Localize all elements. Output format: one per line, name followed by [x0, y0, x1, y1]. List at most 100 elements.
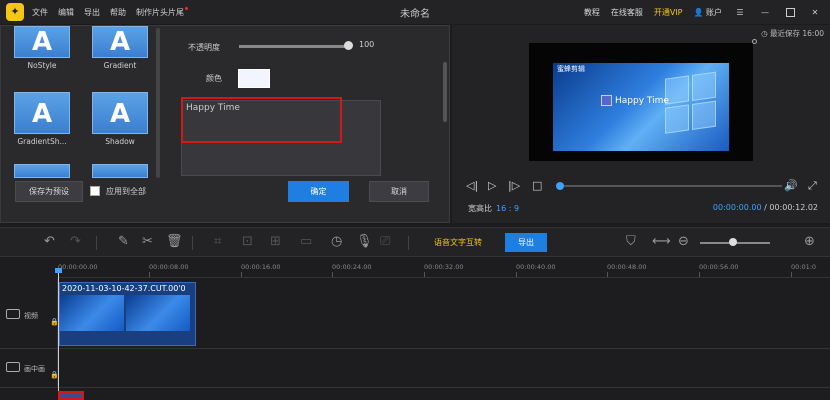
aspect-ratio[interactable]: 宽高比 16 : 9 — [468, 203, 519, 214]
account-link[interactable]: 👤 账户 — [693, 7, 722, 18]
clock-icon: ◷ — [761, 29, 768, 38]
opacity-label: 不透明度 — [188, 43, 220, 52]
opacity-value: 100 — [359, 40, 375, 49]
undo-icon[interactable]: ↶ — [44, 235, 55, 249]
app-logo-icon: ✦ — [6, 3, 24, 21]
menu-dropdown-icon[interactable]: ☰ — [733, 5, 747, 19]
mosaic-icon[interactable]: ⊞ — [270, 235, 281, 249]
resize-icon[interactable]: ⊡ — [242, 235, 253, 249]
document-title: 未命名 — [400, 9, 430, 20]
track-divider — [0, 387, 830, 388]
clip-thumbnail — [60, 295, 124, 331]
cancel-button[interactable]: 取消 — [369, 181, 429, 202]
ruler-tick-label: 00:00:00.00 — [58, 263, 98, 271]
speed-icon[interactable]: ◷ — [331, 235, 342, 249]
style-gradient[interactable]: A Gradient — [87, 26, 153, 70]
windows-logo-graphic — [665, 71, 719, 139]
maximize-icon — [785, 7, 795, 17]
notification-dot-icon — [185, 6, 188, 10]
play-button[interactable]: ▷ — [488, 179, 496, 192]
style-label: Gradient — [103, 61, 137, 70]
preview-panel: ◷ 最近保存 16:00 蜜蜂剪辑 Happy Time ◁| ▷ |▷ □ 🔊… — [452, 25, 830, 223]
video-caption: Happy Time — [601, 95, 669, 106]
ruler-tick-label: 00:00:16.00 — [241, 263, 281, 271]
ruler-tick-label: 00:00:40.00 — [516, 263, 556, 271]
fit-timeline-icon[interactable]: ⟷ — [652, 235, 671, 249]
toolbar-divider — [408, 236, 409, 250]
style-shadow[interactable]: A Shadow — [87, 92, 153, 146]
prev-frame-button[interactable]: ◁| — [466, 179, 478, 192]
marker-icon[interactable]: ⛉ — [626, 235, 636, 249]
zoom-in-icon[interactable]: ⊕ — [804, 235, 815, 249]
support-link[interactable]: 在线客服 — [611, 7, 643, 18]
screen-record-icon[interactable]: ⎚ — [380, 235, 390, 249]
panel-scrollbar[interactable] — [443, 62, 447, 122]
scissors-icon[interactable]: ✂ — [142, 235, 153, 249]
style-gradient-shadow[interactable]: A GradientSh... — [9, 92, 75, 146]
video-track-icon — [6, 309, 20, 319]
maximize-button[interactable] — [783, 5, 797, 19]
menu-make-intro[interactable]: 制作片头片尾 — [136, 6, 188, 18]
timecode: 00:00:00.00 / 00:00:12.02 — [713, 203, 818, 212]
delete-icon[interactable]: 🗑 — [166, 235, 183, 249]
timeline-zoom-handle[interactable] — [729, 238, 737, 246]
video-track-header: 视频 🔒 — [0, 279, 59, 348]
freeze-frame-icon[interactable]: ▭ — [300, 235, 312, 249]
clip-thumbnail — [126, 295, 190, 331]
style-label: GradientSh... — [17, 137, 67, 146]
volume-icon[interactable]: 🔊 — [784, 179, 798, 192]
speech-text-convert-button[interactable]: 语音文字互转 — [434, 237, 482, 248]
menu-edit[interactable]: 编辑 — [58, 7, 74, 18]
ruler-tick-label: 00:00:48.00 — [607, 263, 647, 271]
close-button[interactable]: ✕ — [808, 5, 822, 19]
style-label: Shadow — [105, 137, 135, 146]
style-thumb — [14, 164, 70, 178]
save-preset-button[interactable]: 保存为预设 — [15, 181, 83, 202]
text-clip[interactable] — [58, 391, 84, 400]
total-time: / 00:00:12.02 — [764, 203, 818, 212]
redo-icon[interactable]: ↷ — [70, 235, 81, 249]
minimize-button[interactable]: — — [758, 5, 772, 19]
title-bar: ✦ 文件 编辑 导出 帮助 制作片头片尾 未命名 教程 在线客服 开通VIP 👤… — [0, 0, 830, 24]
pip-track-label: 画中画 — [24, 365, 45, 373]
crop-icon[interactable]: ⌗ — [214, 235, 221, 249]
opacity-slider[interactable] — [239, 45, 349, 48]
style-item-partial[interactable] — [87, 164, 153, 178]
playback-progress-handle[interactable] — [556, 182, 564, 190]
export-button[interactable]: 导出 — [505, 233, 547, 252]
playhead-handle[interactable] — [55, 268, 62, 273]
apply-all-checkbox[interactable] — [90, 186, 100, 196]
vip-link[interactable]: 开通VIP — [654, 7, 683, 18]
style-nostyle[interactable]: A NoStyle — [9, 26, 75, 70]
ok-button[interactable]: 确定 — [288, 181, 349, 202]
menu-help[interactable]: 帮助 — [110, 7, 126, 18]
fullscreen-icon[interactable]: ⤢ — [808, 179, 817, 193]
style-thumb — [92, 164, 148, 178]
tutorial-link[interactable]: 教程 — [584, 7, 600, 18]
menu-file[interactable]: 文件 — [32, 7, 48, 18]
ruler-tick-label: 00:01:0 — [791, 263, 817, 271]
playhead[interactable] — [58, 270, 59, 400]
styles-scrollbar[interactable] — [156, 28, 160, 178]
text-edit-panel: A NoStyle A Gradient A GradientSh... A S… — [0, 25, 450, 223]
resize-handle-icon[interactable] — [752, 39, 757, 44]
clip-name: 2020-11-03-10-42-37.CUT.00'0 — [62, 284, 186, 293]
menu-export[interactable]: 导出 — [84, 7, 100, 18]
playback-progress-bar[interactable] — [560, 185, 782, 187]
toolbar-divider — [192, 236, 193, 250]
video-clip[interactable]: 2020-11-03-10-42-37.CUT.00'0 — [59, 282, 196, 346]
next-frame-button[interactable]: |▷ — [508, 179, 520, 192]
pip-track-header: 画中画 🔒 — [0, 349, 59, 387]
zoom-out-icon[interactable]: ⊖ — [678, 235, 689, 249]
menu-make-intro-label: 制作片头片尾 — [136, 7, 184, 17]
ruler-tick-label: 00:00:56.00 — [699, 263, 739, 271]
timeline-ruler[interactable]: 00:00:00.00 00:00:08.00 00:00:16.00 00:0… — [58, 258, 830, 278]
apply-all-label: 应用到全部 — [106, 187, 146, 196]
pen-icon[interactable]: ✎ — [118, 235, 129, 249]
style-item-partial[interactable] — [9, 164, 75, 178]
color-picker[interactable] — [238, 69, 270, 88]
opacity-slider-handle[interactable] — [344, 41, 353, 50]
stop-button[interactable]: □ — [532, 179, 542, 192]
video-preview[interactable]: 蜜蜂剪辑 Happy Time — [529, 39, 757, 161]
microphone-icon[interactable]: 🎙 — [356, 235, 373, 249]
